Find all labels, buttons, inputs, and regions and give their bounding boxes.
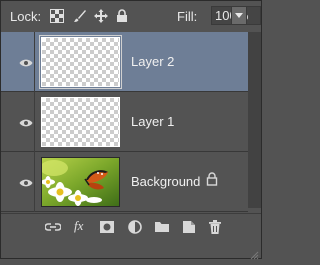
link-layers-icon[interactable] xyxy=(45,219,61,235)
butterfly-photo xyxy=(40,158,119,206)
layer-thumbnail[interactable] xyxy=(41,97,120,147)
layers-list: Layer 2 Layer 1 Background xyxy=(1,32,248,212)
chevron-down-icon xyxy=(235,13,243,18)
lock-image-pixels-icon[interactable] xyxy=(73,9,87,23)
fill-dropdown-button[interactable] xyxy=(231,6,247,25)
visibility-eye-icon[interactable] xyxy=(19,55,33,67)
group-folder-icon[interactable] xyxy=(154,219,170,235)
layer-name[interactable]: Background xyxy=(131,174,200,189)
layer-thumbnail[interactable] xyxy=(39,35,122,89)
divider xyxy=(34,152,35,212)
divider xyxy=(34,92,35,152)
bottom-toolbar: fx xyxy=(1,213,261,240)
visibility-eye-icon[interactable] xyxy=(19,175,33,187)
layer-style-icon[interactable]: fx xyxy=(74,218,83,234)
background-thumbnail[interactable] xyxy=(40,157,120,207)
layer-row[interactable]: Layer 1 xyxy=(1,92,248,152)
layer-row[interactable]: Background xyxy=(1,152,248,212)
layers-panel: Lock: Fill: Layer 2 Layer 1 Background f… xyxy=(0,0,262,260)
divider xyxy=(34,32,35,92)
visibility-eye-icon[interactable] xyxy=(19,115,33,127)
lock-position-icon[interactable] xyxy=(94,9,108,23)
lock-transparent-pixels-icon[interactable] xyxy=(50,9,64,23)
layer-mask-icon[interactable] xyxy=(99,219,115,235)
lock-fill-bar: Lock: Fill: xyxy=(1,1,261,32)
adjustment-layer-icon[interactable] xyxy=(127,219,143,235)
fill-label: Fill: xyxy=(177,9,198,24)
new-layer-icon[interactable] xyxy=(181,219,197,235)
trash-icon[interactable] xyxy=(207,219,223,235)
layer-name[interactable]: Layer 2 xyxy=(131,54,174,69)
lock-label: Lock: xyxy=(10,9,42,24)
resize-grip-icon[interactable] xyxy=(249,247,259,260)
layer-row[interactable]: Layer 2 xyxy=(1,32,248,92)
scrollbar-track[interactable] xyxy=(248,32,261,208)
layer-lock-icon[interactable] xyxy=(206,172,218,186)
layer-name[interactable]: Layer 1 xyxy=(131,114,174,129)
lock-all-icon[interactable] xyxy=(116,9,130,23)
